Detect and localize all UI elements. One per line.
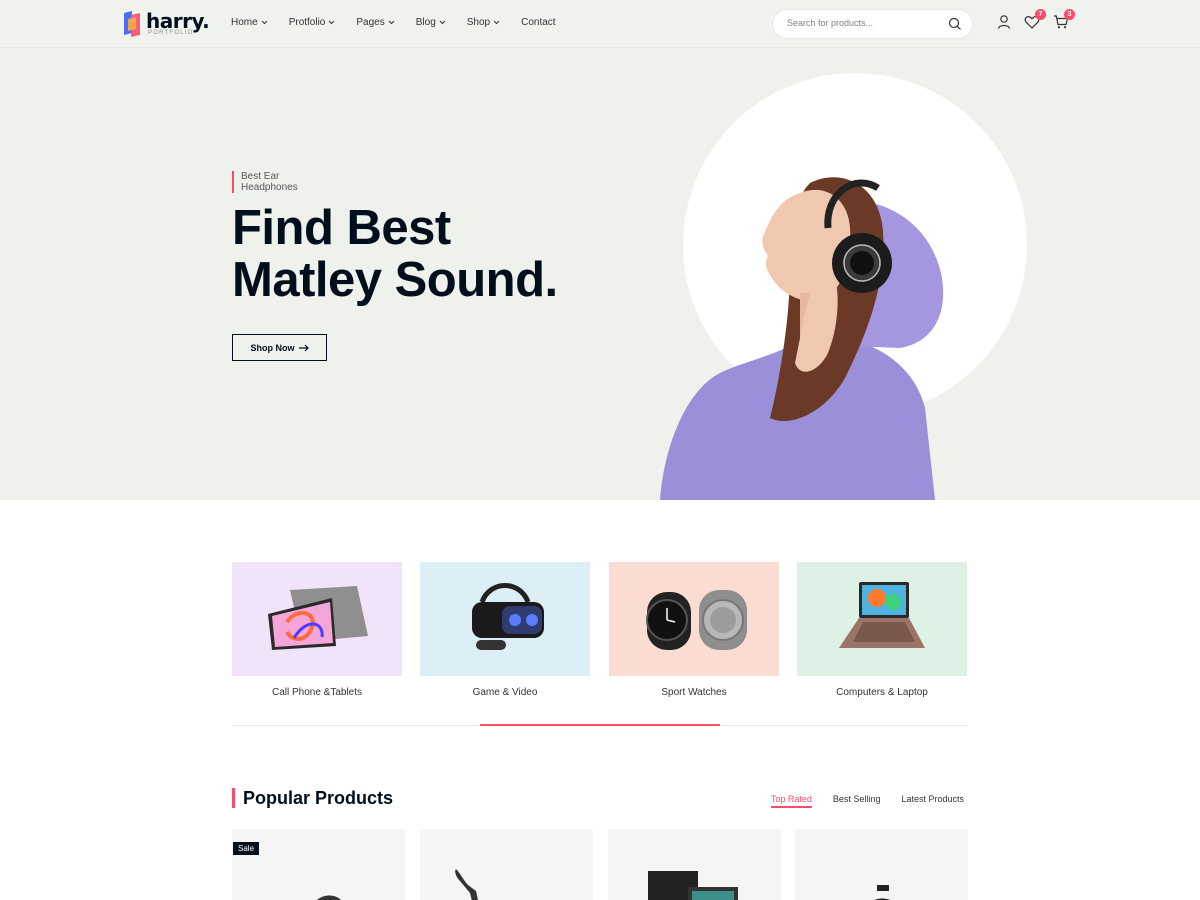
site-header: harry. PORTFOLIO Home Protfolio Pages Bl… [0, 0, 1200, 48]
product-image [317, 895, 341, 900]
shop-now-button[interactable]: Shop Now [232, 334, 327, 361]
product-image [874, 885, 890, 900]
category-label: Sport Watches [661, 687, 727, 698]
chevron-down-icon [493, 20, 500, 25]
product-card[interactable] [608, 829, 781, 900]
popular-products-title: Popular Products [232, 788, 393, 808]
search-input[interactable] [787, 18, 937, 28]
category-card-game-video[interactable]: Game & Video [420, 562, 590, 698]
cart-count-badge: 3 [1064, 9, 1075, 20]
nav-label: Protfolio [288, 17, 326, 28]
nav-item-home[interactable]: Home [231, 17, 268, 28]
arrow-right-icon [298, 344, 309, 351]
hero-title-line-2: Matley Sound. [232, 253, 558, 307]
chevron-down-icon [388, 20, 395, 25]
category-scroll-indicator[interactable] [480, 724, 720, 726]
hero-title: Find Best Matley Sound. [232, 202, 632, 306]
category-label: Call Phone &Tablets [271, 687, 363, 698]
vr-headset-image [472, 583, 544, 650]
logo-mark-icon [124, 11, 140, 37]
nav-label: Pages [356, 17, 385, 28]
category-image-box [232, 562, 402, 676]
category-card-sport-watches[interactable]: Sport Watches [609, 562, 779, 698]
tablet-image [268, 586, 368, 650]
cart-button[interactable]: 3 [1053, 9, 1075, 30]
tab-best-selling[interactable]: Best Selling [833, 794, 881, 808]
brand-tagline: PORTFOLIO [148, 30, 194, 36]
nav-label: Contact [521, 17, 556, 28]
nav-label: Home [231, 17, 258, 28]
product-card[interactable] [420, 829, 593, 900]
smartwatch-image [646, 590, 747, 650]
nav-item-shop[interactable]: Shop [467, 17, 500, 28]
product-card[interactable]: Sale [232, 829, 405, 900]
search-icon[interactable] [948, 17, 962, 31]
product-tabs: Top Rated Best Selling Latest Products [750, 794, 964, 808]
hero-title-line-1: Find Best [232, 201, 451, 255]
product-image [648, 871, 738, 900]
chevron-down-icon [329, 20, 335, 25]
nav-item-contact[interactable]: Contact [521, 17, 555, 28]
nav-item-portfolio[interactable]: Protfolio [289, 17, 336, 28]
nav-item-pages[interactable]: Pages [356, 17, 395, 28]
laptop-image [839, 582, 925, 648]
category-image-box [797, 562, 967, 676]
category-image-box [420, 562, 590, 676]
category-image-box [609, 562, 779, 676]
product-card[interactable] [795, 829, 968, 900]
product-image [455, 869, 478, 900]
category-label: Computers & Laptop [836, 687, 928, 698]
hero-subtitle: Best Ear Headphones [232, 171, 322, 193]
wishlist-count-badge: 7 [1035, 9, 1046, 20]
main-nav: Home Protfolio Pages Blog Shop Contact [231, 17, 577, 28]
nav-label: Shop [466, 17, 491, 28]
chevron-down-icon [439, 20, 446, 25]
brand-logo[interactable]: harry. PORTFOLIO [122, 9, 212, 39]
tab-top-rated[interactable]: Top Rated [770, 794, 812, 808]
woman-headphones-image [660, 177, 944, 500]
tab-latest-products[interactable]: Latest Products [901, 794, 964, 808]
hero-section: Best Ear Headphones Find Best Matley Sou… [0, 48, 1200, 500]
search-box [772, 9, 973, 39]
shop-now-label: Shop Now [250, 342, 295, 353]
category-label: Game & Video [472, 687, 538, 698]
nav-item-blog[interactable]: Blog [416, 17, 446, 28]
category-card-phones-tablets[interactable]: Call Phone &Tablets [232, 562, 402, 698]
wishlist-button[interactable]: 7 [1024, 9, 1046, 30]
category-card-computers-laptop[interactable]: Computers & Laptop [797, 562, 967, 698]
chevron-down-icon [261, 20, 268, 25]
user-icon[interactable] [996, 14, 1012, 30]
nav-label: Blog [415, 17, 436, 28]
